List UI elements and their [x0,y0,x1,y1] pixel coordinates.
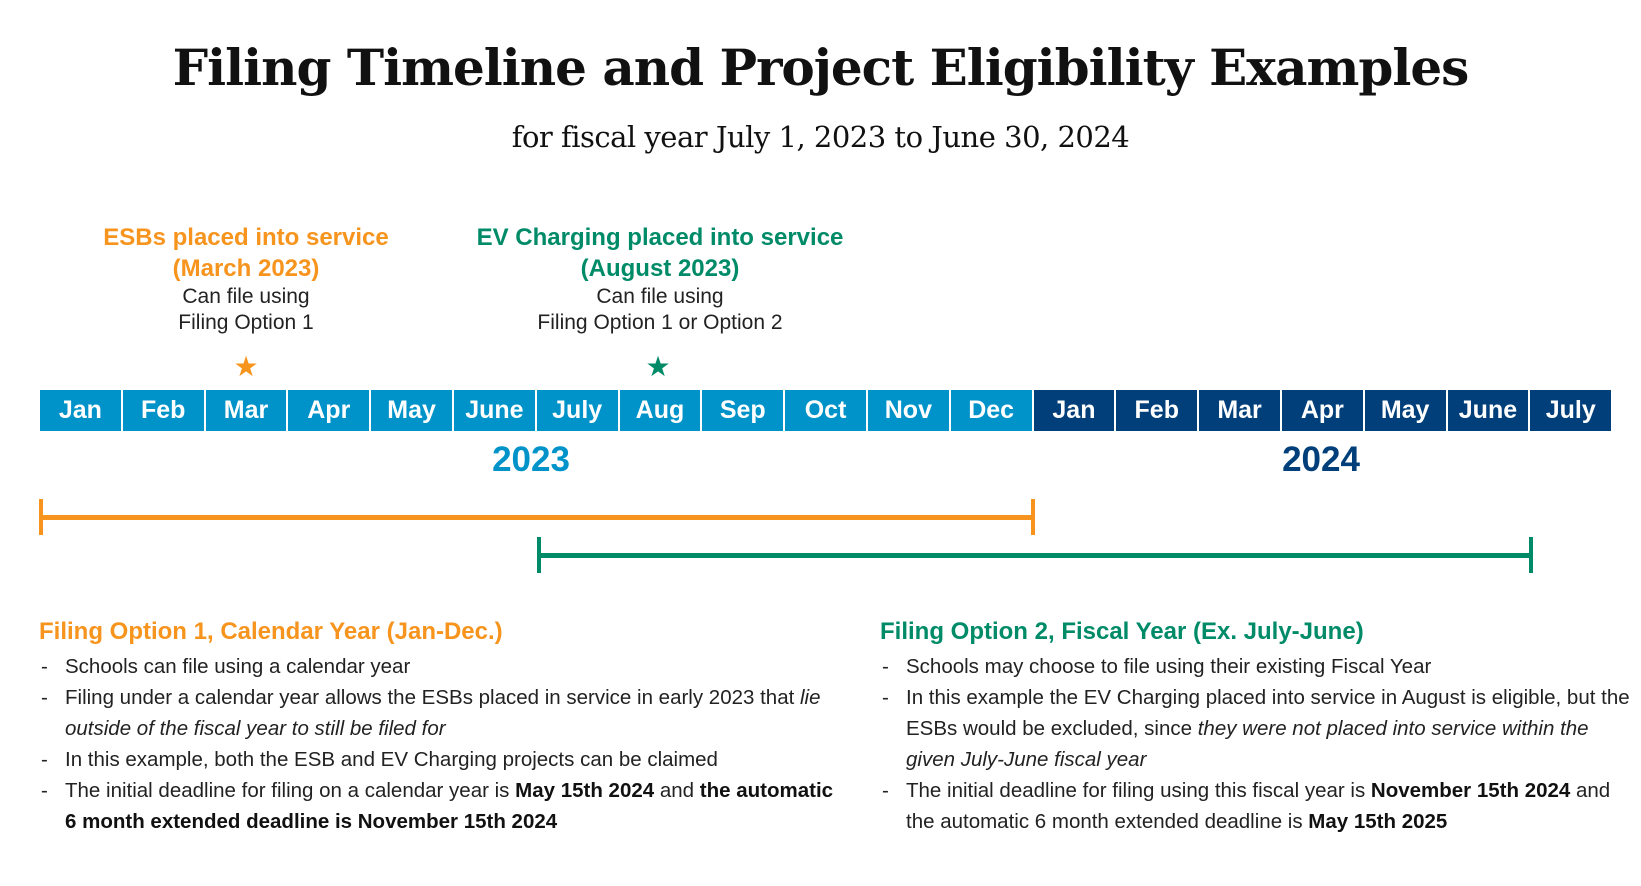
month-feb-2023: Feb [122,390,204,431]
option1-range-bracket [39,499,1035,535]
bullet-text-normal: The initial deadline for filing on a cal… [65,779,516,802]
option1-range-end-cap [1031,499,1035,535]
bullet-text-normal: Filing under a calendar year allows the … [65,686,800,709]
bullet-dash: - [882,686,889,709]
month-june-2024: June [1447,390,1529,431]
event-esb-line2: Filing Option 1 [178,311,314,334]
month-jan-2024: Jan [1033,390,1115,431]
option2-range-line [537,553,1533,558]
month-jan-2023: Jan [40,390,121,431]
month-apr-2023: Apr [288,390,370,431]
bullet-dash: - [41,748,48,771]
bullet-text-bold: May 15th 2025 [1308,810,1448,833]
event-ev-title: EV Charging placed into service [476,224,844,251]
bullet-text-bold: May 15th 2024 [515,779,655,802]
bullet-text-normal: Schools can file using a calendar year [65,655,411,678]
bullet-text-bold: November 15th 2024 [1370,779,1571,802]
event-ev-line2: Filing Option 1 or Option 2 [537,311,783,334]
bullet-item: - Schools may choose to file using their … [880,651,1640,682]
month-aug-2023: Aug [619,390,701,431]
option1-range-line [39,515,1035,520]
bullet-text-normal: and [654,779,700,802]
event-esb-date: (March 2023) [172,255,320,282]
bullet-dash: - [41,686,48,709]
bullet-item: - Filing under a calendar year allows the… [39,682,839,744]
bullet-item: - Schools can file using a calendar year [39,651,839,682]
event-ev-date: (August 2023) [580,255,740,282]
bullet-text-normal: Schools may choose to file using their e… [906,655,1432,678]
event-ev-line1: Can file using [596,285,724,308]
filing-option-1-list: - Schools can file using a calendar year -… [39,651,839,837]
option2-range-bracket [537,537,1533,573]
filing-option-2-heading: Filing Option 2, Fiscal Year (Ex. July-J… [880,618,1364,645]
month-may-2024: May [1364,390,1446,431]
star-icon: ★ [645,351,671,382]
month-sep-2023: Sep [702,390,784,431]
year-label-2023: 2023 [492,440,570,479]
month-oct-2023: Oct [785,390,866,431]
month-july-2023: July [536,390,618,431]
month-feb-2024: Feb [1116,390,1198,431]
page-subtitle: for fiscal year July 1, 2023 to June 30,… [511,120,1130,154]
option2-range-start-cap [537,537,541,573]
bullet-dash: - [882,779,889,802]
filing-option-1-heading: Filing Option 1, Calendar Year (Jan-Dec.… [39,618,503,645]
bullet-item: - In this example, both the ESB and EV Ch… [39,744,839,775]
bullet-dash: - [41,779,48,802]
event-esb-title: ESBs placed into service [103,224,389,251]
event-esb-callout: ESBs placed into service (March 2023) Ca… [16,222,476,336]
month-dec-2023: Dec [950,390,1032,431]
month-apr-2024: Apr [1281,390,1363,431]
option1-range-start-cap [39,499,43,535]
month-timeline-bar: Jan Feb Mar Apr May June July Aug Sep Oct Nov Dec Ja… [40,390,1612,431]
event-esb-line1: Can file using [182,285,310,308]
option2-range-end-cap [1529,537,1533,573]
bullet-text-normal: The initial deadline for filing using th… [906,779,1371,802]
bullet-item: - The initial deadline for filing on a ca… [39,775,839,837]
bullet-item: - In this example the EV Charging placed … [880,682,1640,775]
month-mar-2023: Mar [205,390,287,431]
month-may-2023: May [371,390,452,431]
month-mar-2024: Mar [1199,390,1280,431]
month-july-2024: July [1530,390,1612,431]
bullet-text-normal: In this example, both the ESB and EV Cha… [65,748,718,771]
year-label-2024: 2024 [1282,440,1360,479]
page-title: Filing Timeline and Project Eligibility … [172,38,1470,97]
star-icon: ★ [233,351,259,382]
filing-option-2: Filing Option 2, Fiscal Year (Ex. July-J… [880,617,1640,837]
bullet-item: - The initial deadline for filing using t… [880,775,1640,837]
bullet-dash: - [41,655,48,678]
month-june-2023: June [453,390,535,431]
filing-option-1: Filing Option 1, Calendar Year (Jan-Dec.… [39,617,839,837]
filing-option-2-list: - Schools may choose to file using their … [880,651,1640,837]
event-ev-callout: EV Charging placed into service (August … [430,222,890,336]
bullet-dash: - [882,655,889,678]
month-nov-2023: Nov [867,390,949,431]
